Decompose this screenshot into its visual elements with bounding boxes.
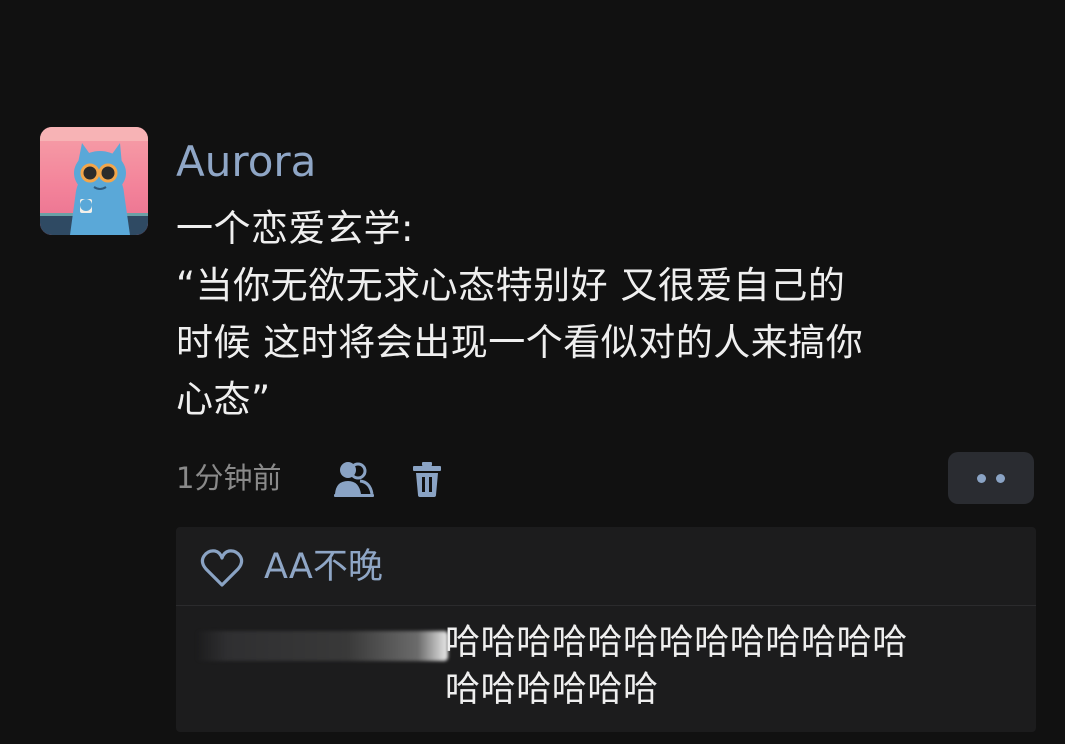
comment-line: 哈哈哈哈哈哈哈哈哈哈哈哈哈 xyxy=(445,623,908,663)
author-name[interactable]: Aurora xyxy=(176,137,316,187)
author-avatar[interactable] xyxy=(40,127,148,235)
likes-row: AA不晚 xyxy=(176,527,1036,606)
user-icon[interactable] xyxy=(334,460,380,498)
content-line: 心态” xyxy=(176,378,271,421)
content-line: 时候 这时将会出现一个看似对的人来搞你 xyxy=(176,321,864,364)
post-content: 一个恋爱玄学: “当你无欲无求心态特别好 又很爱自己的 时候 这时将会出现一个看… xyxy=(176,200,1036,428)
more-options-button[interactable] xyxy=(948,452,1034,504)
comment-line: 哈哈哈哈哈哈 xyxy=(445,670,659,710)
liker-name[interactable]: AA不晚 xyxy=(264,544,383,590)
post-timestamp: 1分钟前 xyxy=(176,461,282,495)
comment-text[interactable]: 哈哈哈哈哈哈哈哈哈哈哈哈哈 哈哈哈哈哈哈 xyxy=(445,620,1025,714)
heart-icon xyxy=(200,549,244,587)
more-dots-icon xyxy=(977,474,986,483)
more-dots-icon xyxy=(996,474,1005,483)
post-meta: 1分钟前 xyxy=(176,452,1036,504)
comment-author-redacted xyxy=(196,631,448,661)
content-line: “当你无欲无求心态特别好 又很爱自己的 xyxy=(176,264,846,307)
cat-avatar-icon xyxy=(40,127,148,235)
trash-icon[interactable] xyxy=(412,460,442,498)
moments-post: Aurora 一个恋爱玄学: “当你无欲无求心态特别好 又很爱自己的 时候 这时… xyxy=(0,0,1065,744)
likes-comments-panel: AA不晚 哈哈哈哈哈哈哈哈哈哈哈哈哈 哈哈哈哈哈哈 xyxy=(176,527,1036,732)
content-line: 一个恋爱玄学: xyxy=(176,207,414,250)
